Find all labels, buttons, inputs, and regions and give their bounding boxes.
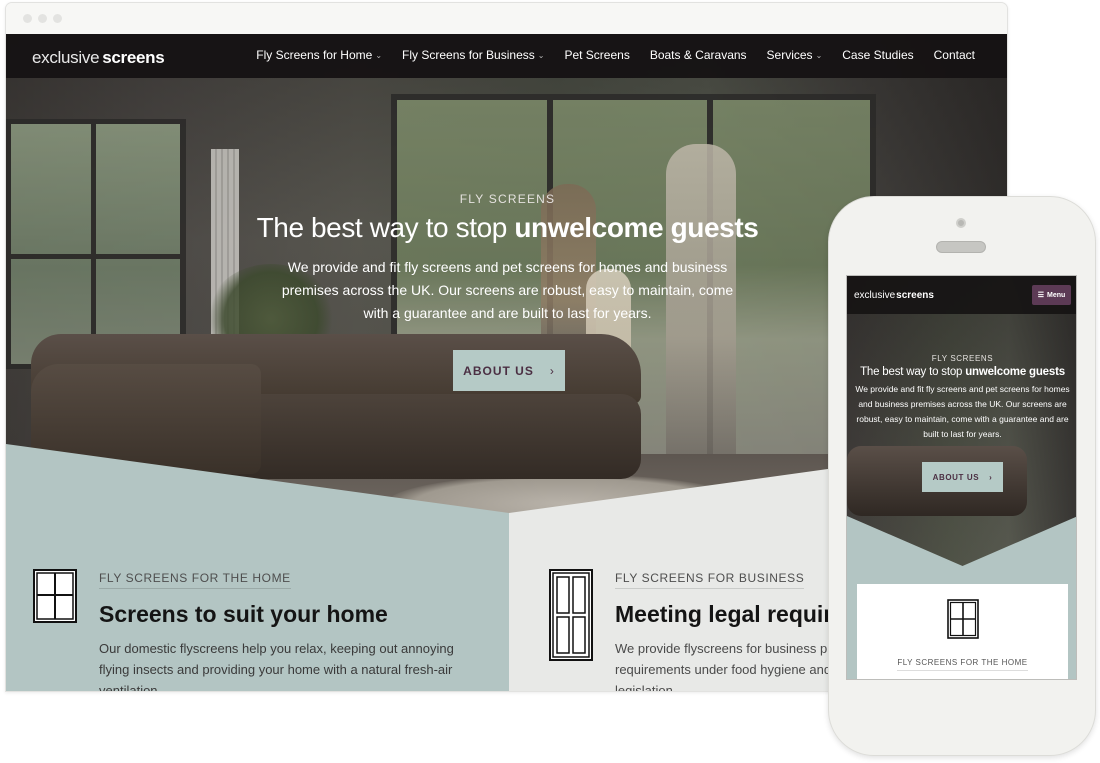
- menu-label: Menu: [1047, 291, 1066, 299]
- about-us-label: ABOUT US: [932, 472, 980, 482]
- door-icon: [549, 569, 593, 661]
- card-eyebrow: FLY SCREENS FOR THE HOME: [897, 658, 1028, 671]
- chevron-down-icon: ⌄: [815, 50, 823, 60]
- card-title[interactable]: Screens to suit your home: [99, 601, 479, 628]
- logo[interactable]: exclusive screens: [32, 48, 165, 68]
- phone-camera: [956, 218, 966, 228]
- mobile-page: exclusivescreens ☰ Menu FLY SCREENS The …: [846, 275, 1077, 680]
- chevron-down-icon: ⌄: [375, 50, 383, 60]
- nav-label: Case Studies: [842, 48, 914, 62]
- mobile-logo[interactable]: exclusivescreens: [854, 290, 934, 301]
- chevron-right-icon: ›: [989, 472, 993, 482]
- window-icon: [946, 599, 979, 639]
- hero-description: We provide and fit fly screens and pet s…: [281, 259, 734, 321]
- chevron-down-icon: ⌄: [537, 50, 545, 60]
- main-navigation: exclusive screens Fly Screens for Home ⌄ F…: [6, 34, 1007, 78]
- mobile-hero-content: FLY SCREENS The best way to stop unwelco…: [847, 354, 1076, 442]
- mobile-about-us-button[interactable]: ABOUT US ›: [922, 462, 1003, 492]
- minimize-window-dot[interactable]: [38, 14, 47, 23]
- nav-label: Pet Screens: [564, 48, 630, 62]
- headline-light: The best way to stop: [860, 366, 966, 378]
- nav-item-fly-screens-home[interactable]: Fly Screens for Home ⌄: [256, 48, 382, 62]
- nav-label: Boats & Caravans: [649, 48, 747, 62]
- headline-bold: unwelcome guests: [965, 366, 1065, 378]
- nav-item-fly-screens-business[interactable]: Fly Screens for Business ⌄: [402, 48, 544, 62]
- hamburger-icon: ☰: [1037, 292, 1044, 299]
- card-text: Our domestic flyscreens help you relax, …: [99, 641, 454, 692]
- nav-item-boats-caravans[interactable]: Boats & Caravans: [650, 48, 747, 62]
- close-window-dot[interactable]: [23, 14, 32, 23]
- logo-light: exclusive: [32, 48, 100, 67]
- nav-item-services[interactable]: Services ⌄: [767, 48, 823, 62]
- logo-bold: screens: [896, 290, 934, 301]
- hero-headline: The best way to stop unwelcome guests: [847, 366, 1076, 378]
- nav-item-contact[interactable]: Contact: [934, 48, 975, 62]
- nav-label: Contact: [933, 48, 975, 62]
- maximize-window-dot[interactable]: [53, 14, 62, 23]
- hero-eyebrow: FLY SCREENS: [931, 354, 994, 363]
- nav-label: Fly Screens for Business: [402, 48, 535, 62]
- logo-bold: screens: [102, 48, 165, 67]
- card-body: FLY SCREENS FOR THE HOME Screens to suit…: [99, 569, 479, 692]
- headline-bold: unwelcome guests: [514, 212, 759, 243]
- logo-light: exclusive: [854, 290, 896, 301]
- nav-item-case-studies[interactable]: Case Studies: [842, 48, 913, 62]
- about-us-label: ABOUT US: [463, 363, 534, 378]
- nav-menu: Fly Screens for Home ⌄ Fly Screens for Bu…: [256, 48, 975, 62]
- mobile-menu-button[interactable]: ☰ Menu: [1032, 285, 1071, 305]
- phone-speaker: [936, 241, 986, 253]
- nav-label: Fly Screens for Home: [256, 48, 373, 62]
- hero-description: We provide and fit fly screens and pet s…: [855, 384, 1070, 439]
- headline-light: The best way to stop: [256, 212, 515, 243]
- card-eyebrow: FLY SCREENS FOR BUSINESS: [615, 571, 805, 589]
- chevron-right-icon: ›: [549, 363, 555, 378]
- mobile-phone-mockup: exclusivescreens ☰ Menu FLY SCREENS The …: [828, 196, 1096, 756]
- window-controls: [23, 14, 62, 23]
- browser-title-bar: [6, 3, 1007, 34]
- about-us-button[interactable]: ABOUT US ›: [453, 350, 565, 391]
- mobile-navigation: exclusivescreens ☰ Menu: [847, 276, 1076, 314]
- window-icon: [33, 569, 77, 623]
- card-eyebrow: FLY SCREENS FOR THE HOME: [99, 571, 291, 589]
- nav-label: Services: [766, 48, 813, 62]
- mobile-card-fly-screens-home[interactable]: FLY SCREENS FOR THE HOME Screens to suit…: [857, 584, 1068, 679]
- nav-item-pet-screens[interactable]: Pet Screens: [564, 48, 629, 62]
